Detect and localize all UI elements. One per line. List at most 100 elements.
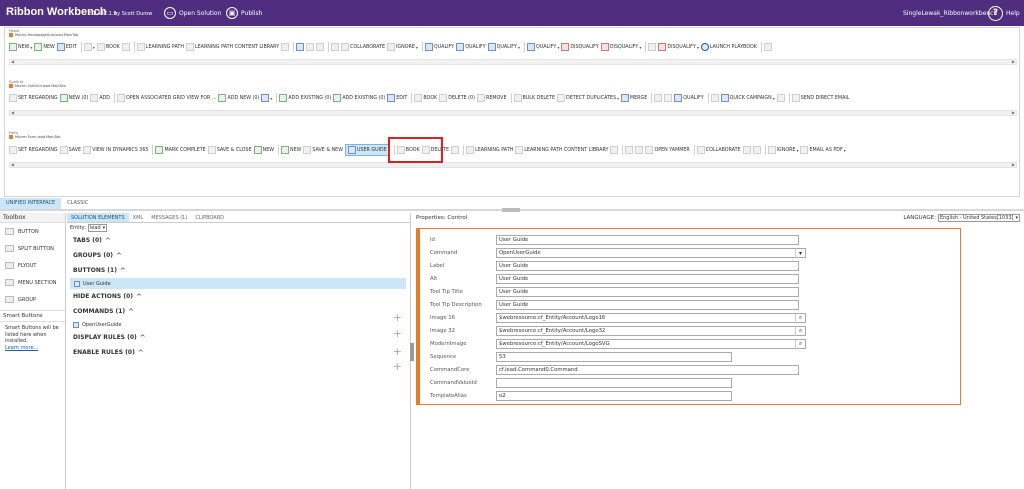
ribbon-home-scrollbar[interactable]: ◀ ▶ <box>9 59 1017 65</box>
ribbon-command-button[interactable]: SAVE <box>59 146 81 154</box>
ribbon-form-scrollbar[interactable]: ◀ ▶ <box>9 162 1017 168</box>
ribbon-command-button[interactable]: USER GUIDE <box>344 144 390 156</box>
ribbon-command-button[interactable]: NEW <box>253 146 274 154</box>
ribbon-command-button[interactable] <box>654 94 663 102</box>
ribbon-command-button[interactable]: EMAIL AS PDF ▾ <box>800 146 846 154</box>
ribbon-command-button[interactable]: NEW (0) <box>59 94 88 102</box>
button-list-item[interactable]: User Guide <box>70 278 406 289</box>
chevron-down-icon[interactable]: ▾ <box>639 45 641 50</box>
ribbon-command-button[interactable]: NEW <box>34 43 55 51</box>
ribbon-command-button[interactable]: EDIT <box>56 43 77 51</box>
buttons-section[interactable]: BUTTONS (1) ^ <box>67 263 410 278</box>
ribbon-command-button[interactable]: DELETE (0) <box>439 94 475 102</box>
ribbon-command-button[interactable] <box>306 43 315 51</box>
ribbon-command-button[interactable]: DISQUALIFY <box>561 43 599 51</box>
ribbon-command-button[interactable] <box>664 94 673 102</box>
chevron-down-icon[interactable]: ▾ <box>93 45 95 50</box>
commands-section[interactable]: COMMANDS (1) ^ <box>67 304 410 319</box>
ribbon-command-button[interactable]: QUALIFY ▾ <box>487 43 520 51</box>
ribbon-command-button[interactable]: QUALIFY <box>424 43 454 51</box>
toolbox-menu-section[interactable]: MENU SECTION <box>0 274 65 291</box>
add-display-rule-icon[interactable]: + <box>393 345 402 358</box>
ribbon-command-button[interactable]: ADD NEW (0) <box>218 94 259 102</box>
add-command-icon[interactable]: + <box>393 327 402 340</box>
hide-actions-section[interactable]: HIDE ACTIONS (0) ^ <box>67 289 410 304</box>
property-input[interactable]: User Guide <box>496 234 799 245</box>
ribbon-subgrid-scrollbar[interactable]: ◀ ▶ <box>9 110 1017 116</box>
ribbon-command-button[interactable]: QUICK CAMPAIGN ▾ <box>720 94 775 102</box>
tab-classic[interactable]: CLASSIC <box>61 198 94 209</box>
property-input[interactable]: $webresource:cf_Entity/Account/Logo32 ⌕ <box>496 325 806 336</box>
search-icon[interactable]: ⌕ <box>795 339 805 349</box>
tab-xml[interactable]: XML <box>129 213 148 222</box>
add-enable-rule-icon[interactable]: + <box>393 360 402 373</box>
ribbon-command-button[interactable] <box>763 43 772 51</box>
property-input[interactable] <box>496 377 732 388</box>
chevron-down-icon[interactable]: ▾ <box>518 45 520 50</box>
property-input[interactable]: OpenUserGuide ▾ <box>496 247 806 258</box>
ribbon-command-button[interactable]: LEARNING PATH CONTENT LIBRARY <box>185 43 279 51</box>
ribbon-command-button[interactable]: SEND DIRECT EMAIL <box>791 94 849 102</box>
ribbon-command-button[interactable]: ADD <box>90 94 110 102</box>
ribbon-command-button[interactable]: SAVE & NEW <box>303 146 343 154</box>
property-input[interactable]: $webresource:cf_Entity/Account/Logo16 ⌕ <box>496 312 806 323</box>
toolbox-button[interactable]: BUTTON <box>0 223 65 240</box>
property-input[interactable]: o2 <box>496 390 732 401</box>
ribbon-command-button[interactable]: DISQUALIFY ▾ <box>600 43 641 51</box>
learn-more-link[interactable]: Learn more... <box>5 345 38 351</box>
ribbon-command-button[interactable]: ADD EXISTING (0) <box>333 94 385 102</box>
ribbon-command-button[interactable] <box>316 43 325 51</box>
ribbon-command-button[interactable]: OPEN YAMMER <box>645 146 690 154</box>
toolbox-flyout[interactable]: FLYOUT <box>0 257 65 274</box>
ribbon-command-button[interactable] <box>451 146 460 154</box>
chevron-down-icon[interactable]: ▾ <box>796 148 798 153</box>
ribbon-command-button[interactable]: QUALIFY <box>674 94 704 102</box>
property-input[interactable]: $webresource:cf_Entity/Account/LogoSVG ⌕ <box>496 338 806 349</box>
ribbon-command-button[interactable]: LEARNING PATH <box>466 146 513 154</box>
ribbon-command-button[interactable]: QUALIFY ▾ <box>526 43 559 51</box>
ribbon-command-button[interactable]: BOOK <box>414 94 437 102</box>
property-input[interactable]: User Guide <box>496 299 799 310</box>
chevron-down-icon[interactable]: ▾ <box>617 96 619 101</box>
tab-unified-interface[interactable]: UNIFIED INTERFACE <box>0 198 62 209</box>
chevron-down-icon[interactable]: ▾ <box>697 45 699 50</box>
ribbon-command-button[interactable]: QUALIFY <box>456 43 486 51</box>
ribbon-command-button[interactable] <box>331 43 340 51</box>
tab-solution-elements[interactable]: SOLUTION ELEMENTS <box>67 213 129 222</box>
ribbon-command-button[interactable]: SAVE & CLOSE <box>207 146 252 154</box>
ribbon-command-button[interactable]: BULK DELETE <box>513 94 555 102</box>
ribbon-command-button[interactable] <box>610 146 619 154</box>
ribbon-command-button[interactable] <box>710 94 719 102</box>
search-icon[interactable]: ⌕ <box>795 326 805 336</box>
open-solution-button[interactable]: ▭ Open Solution <box>164 5 221 21</box>
ribbon-command-button[interactable]: MARK COMPLETE <box>155 146 206 154</box>
ribbon-command-button[interactable]: LAUNCH PLAYBOOK <box>700 43 757 51</box>
ribbon-command-button[interactable]: ▾ <box>261 94 272 102</box>
property-input[interactable]: 53 <box>496 351 732 362</box>
entity-select[interactable]: lead ▾ <box>87 224 108 232</box>
groups-section[interactable]: GROUPS (0) ^ <box>67 248 410 263</box>
ribbon-command-button[interactable]: NEW <box>281 146 301 154</box>
chevron-down-icon[interactable]: ▾ <box>270 96 272 101</box>
ribbon-command-button[interactable]: ADD EXISTING (0) <box>279 94 331 102</box>
toolbox-group[interactable]: GROUP <box>0 291 65 308</box>
publish-button[interactable]: ▣ Publish <box>226 5 262 21</box>
ribbon-command-button[interactable]: EDIT <box>387 94 407 102</box>
chevron-down-icon[interactable]: ▾ <box>773 96 775 101</box>
chevron-down-icon[interactable]: ▾ <box>795 248 805 258</box>
ribbon-command-button[interactable]: ▾ <box>83 43 95 51</box>
ribbon-command-button[interactable]: IGNORE ▾ <box>767 146 798 154</box>
search-icon[interactable]: ⌕ <box>795 313 805 323</box>
ribbon-command-button[interactable]: OPEN ASSOCIATED GRID VIEW FOR ... <box>117 94 216 102</box>
property-input[interactable]: User Guide <box>496 260 799 271</box>
toolbox-split-button[interactable]: SPLIT BUTTON <box>0 240 65 257</box>
ribbon-command-button[interactable]: IGNORE ▾ <box>387 43 418 51</box>
ribbon-command-button[interactable] <box>635 146 644 154</box>
ribbon-command-button[interactable]: DISQUALIFY ▾ <box>658 43 699 51</box>
splitter-grip[interactable] <box>502 208 520 212</box>
ribbon-command-button[interactable]: BOOK <box>96 43 120 51</box>
ribbon-command-button[interactable]: DETECT DUPLICATES ▾ <box>557 94 619 102</box>
ribbon-command-button[interactable]: MERGE <box>621 94 647 102</box>
property-input[interactable]: User Guide <box>496 273 799 284</box>
chevron-down-icon[interactable]: ▾ <box>416 45 418 50</box>
